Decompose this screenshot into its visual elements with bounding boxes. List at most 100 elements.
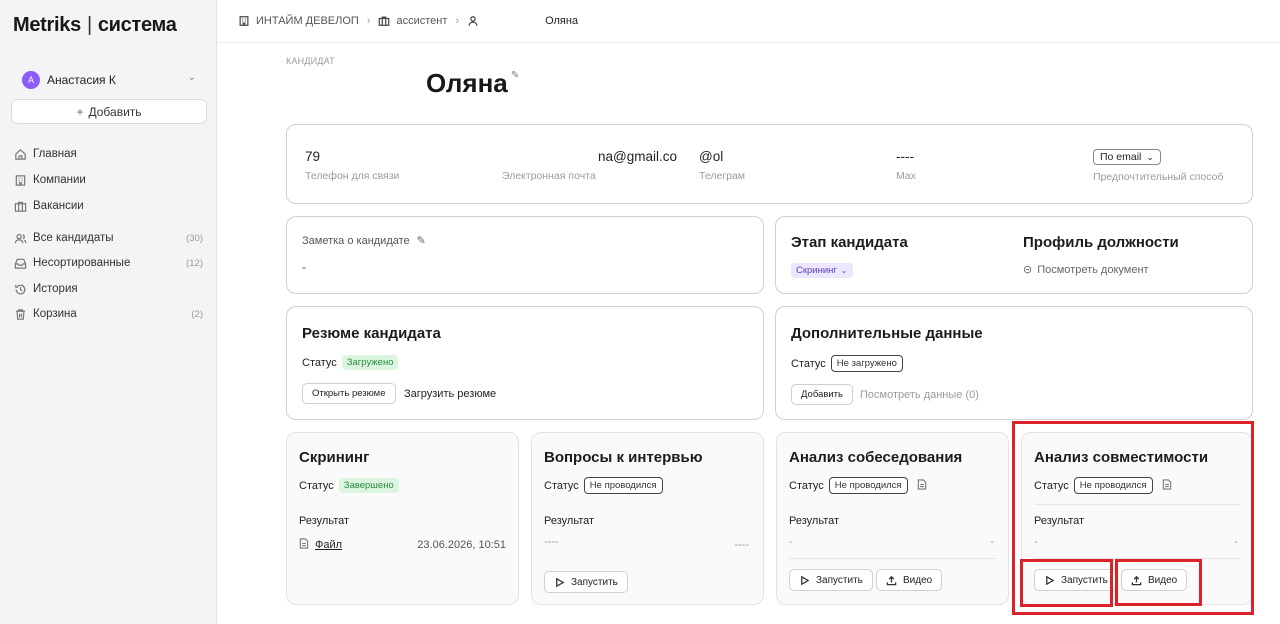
add-button[interactable]: + Добавить bbox=[11, 99, 207, 124]
telegram-field[interactable]: @ol Телеграм bbox=[699, 149, 745, 182]
trash-icon bbox=[13, 307, 27, 321]
user-name: Анастасия К bbox=[47, 73, 116, 87]
contacts-card: 79 Телефон для связи na@gmail.co Электро… bbox=[286, 124, 1253, 204]
play-icon bbox=[1046, 575, 1055, 585]
breadcrumb-company-label: ИНТАЙМ ДЕВЕЛОП bbox=[256, 15, 359, 27]
interview-analysis-card: Анализ собеседования Статус Не проводилс… bbox=[776, 432, 1009, 605]
sidebar-item-label: Компании bbox=[33, 174, 86, 186]
open-resume-label: Открыть резюме bbox=[312, 388, 386, 399]
breadcrumb-company[interactable]: ИНТАЙМ ДЕВЕЛОП bbox=[238, 15, 359, 27]
view-data-link[interactable]: Посмотреть данные (0) bbox=[860, 389, 979, 401]
video-label: Видео bbox=[903, 574, 933, 586]
breadcrumb-candidate-label: Оляна bbox=[545, 15, 579, 27]
avatar: А bbox=[22, 71, 40, 89]
sidebar-item-label: Корзина bbox=[33, 308, 77, 320]
note-header: Заметка о кандидате ✎ bbox=[302, 234, 426, 248]
preferred-contact-select[interactable]: По email ⌄ bbox=[1093, 149, 1161, 165]
questions-title: Вопросы к интервью bbox=[544, 449, 703, 466]
run-label: Запустить bbox=[571, 576, 618, 588]
profile-title: Профиль должности bbox=[1023, 234, 1179, 251]
logo-separator: | bbox=[86, 14, 92, 36]
chevron-right-icon: › bbox=[366, 15, 371, 27]
sidebar-item-label: Главная bbox=[33, 148, 77, 160]
run-button[interactable]: Запустить bbox=[1034, 569, 1118, 591]
sidebar-item-all-candidates[interactable]: Все кандидаты (30) bbox=[13, 229, 205, 247]
document-icon[interactable] bbox=[917, 478, 927, 493]
note-card: Заметка о кандидате ✎ - bbox=[286, 216, 764, 294]
compat-status: Статус Не проводился bbox=[1034, 477, 1172, 494]
logo-text: Metriks bbox=[13, 14, 81, 36]
add-data-button[interactable]: Добавить bbox=[791, 384, 853, 405]
status-badge: Загружено bbox=[341, 355, 399, 370]
compatibility-analysis-card: Анализ совместимости Статус Не проводилс… bbox=[1021, 432, 1253, 605]
note-label: Заметка о кандидате bbox=[302, 234, 410, 247]
stage-value: Скрининг bbox=[796, 265, 837, 276]
result-label: Результат bbox=[299, 515, 350, 527]
building-icon bbox=[13, 173, 27, 187]
video-button[interactable]: Видео bbox=[876, 569, 943, 591]
screening-title: Скрининг bbox=[299, 449, 370, 466]
breadcrumb-vacancy-label: ассистент bbox=[396, 15, 448, 27]
status-badge: Не проводился bbox=[828, 477, 908, 494]
screening-file-link[interactable]: Файл bbox=[299, 538, 342, 552]
preferred-contact-value: По email bbox=[1100, 151, 1142, 163]
sidebar-item-history[interactable]: История bbox=[13, 280, 205, 298]
status-label: Статус bbox=[302, 356, 337, 369]
sidebar-item-trash[interactable]: Корзина (2) bbox=[13, 305, 205, 323]
max-field[interactable]: ---- Max bbox=[896, 149, 916, 182]
sidebar-item-count: (30) bbox=[186, 232, 203, 244]
divider bbox=[789, 558, 996, 559]
edit-name-icon[interactable]: ✎ bbox=[511, 70, 519, 81]
note-value[interactable]: - bbox=[302, 260, 306, 274]
stage-card: Этап кандидата Скрининг ⌄ Профиль должно… bbox=[775, 216, 1253, 294]
user-icon bbox=[468, 16, 478, 26]
stage-select[interactable]: Скрининг ⌄ bbox=[791, 263, 853, 278]
sidebar-item-vacancies[interactable]: Вакансии bbox=[13, 197, 205, 215]
extra-data-card: Дополнительные данные Статус Не загружен… bbox=[775, 306, 1253, 420]
result-value: ---- bbox=[544, 536, 559, 548]
result-value: - bbox=[789, 536, 793, 548]
upload-resume-button[interactable]: Загрузить резюме bbox=[404, 388, 496, 400]
resume-status: Статус Загружено bbox=[302, 355, 399, 370]
breadcrumb-candidate: Оляна bbox=[467, 15, 578, 27]
chevron-down-icon: ⌄ bbox=[840, 266, 848, 275]
run-button[interactable]: Запустить bbox=[789, 569, 873, 591]
sidebar-item-companies[interactable]: Компании bbox=[13, 171, 205, 189]
result-value: - bbox=[1034, 536, 1038, 548]
inbox-icon bbox=[13, 256, 27, 270]
breadcrumb-vacancy[interactable]: ассистент bbox=[378, 15, 447, 27]
sidebar-item-home[interactable]: Главная bbox=[13, 145, 205, 163]
status-badge: Завершено bbox=[338, 478, 399, 493]
status-label: Статус bbox=[791, 357, 826, 370]
video-button[interactable]: Видео bbox=[1121, 569, 1188, 591]
add-button-label: Добавить bbox=[88, 104, 142, 119]
run-label: Запустить bbox=[816, 574, 863, 586]
run-button[interactable]: Запустить bbox=[544, 571, 628, 593]
breadcrumb: ИНТАЙМ ДЕВЕЛОП › ассистент › Оляна bbox=[217, 0, 1280, 43]
view-document-link[interactable]: ⊝ Посмотреть документ bbox=[1023, 263, 1149, 277]
resume-title: Резюме кандидата bbox=[302, 325, 441, 342]
open-resume-button[interactable]: Открыть резюме bbox=[302, 383, 396, 404]
phone-label: Телефон для связи bbox=[305, 170, 400, 182]
document-icon[interactable] bbox=[1162, 478, 1172, 493]
user-menu[interactable]: А Анастасия К ⌄ bbox=[22, 70, 198, 90]
email-field[interactable]: na@gmail.co Электронная почта bbox=[502, 149, 677, 182]
building-icon bbox=[239, 16, 249, 26]
edit-icon[interactable]: ✎ bbox=[417, 234, 426, 247]
logo-subtext: система bbox=[97, 14, 177, 36]
interview-analysis-title: Анализ собеседования bbox=[789, 449, 963, 466]
sidebar-item-unsorted[interactable]: Несортированные (12) bbox=[13, 254, 205, 272]
upload-icon bbox=[1131, 575, 1142, 585]
plus-icon: + bbox=[76, 104, 84, 119]
extra-data-status: Статус Не загружено bbox=[791, 355, 903, 372]
chevron-down-icon: ⌄ bbox=[1146, 151, 1154, 162]
result-value-secondary: - bbox=[1234, 536, 1238, 548]
status-badge: Не проводился bbox=[1073, 477, 1153, 494]
extra-data-title: Дополнительные данные bbox=[791, 325, 983, 342]
phone-field[interactable]: 79 Телефон для связи bbox=[305, 149, 399, 182]
candidate-label: КАНДИДАТ bbox=[286, 56, 335, 66]
app-logo[interactable]: Metriks | система bbox=[13, 14, 177, 37]
page-title: Оляна bbox=[426, 68, 508, 98]
telegram-label: Телеграм bbox=[699, 170, 746, 182]
telegram-value: @ol bbox=[699, 149, 724, 164]
